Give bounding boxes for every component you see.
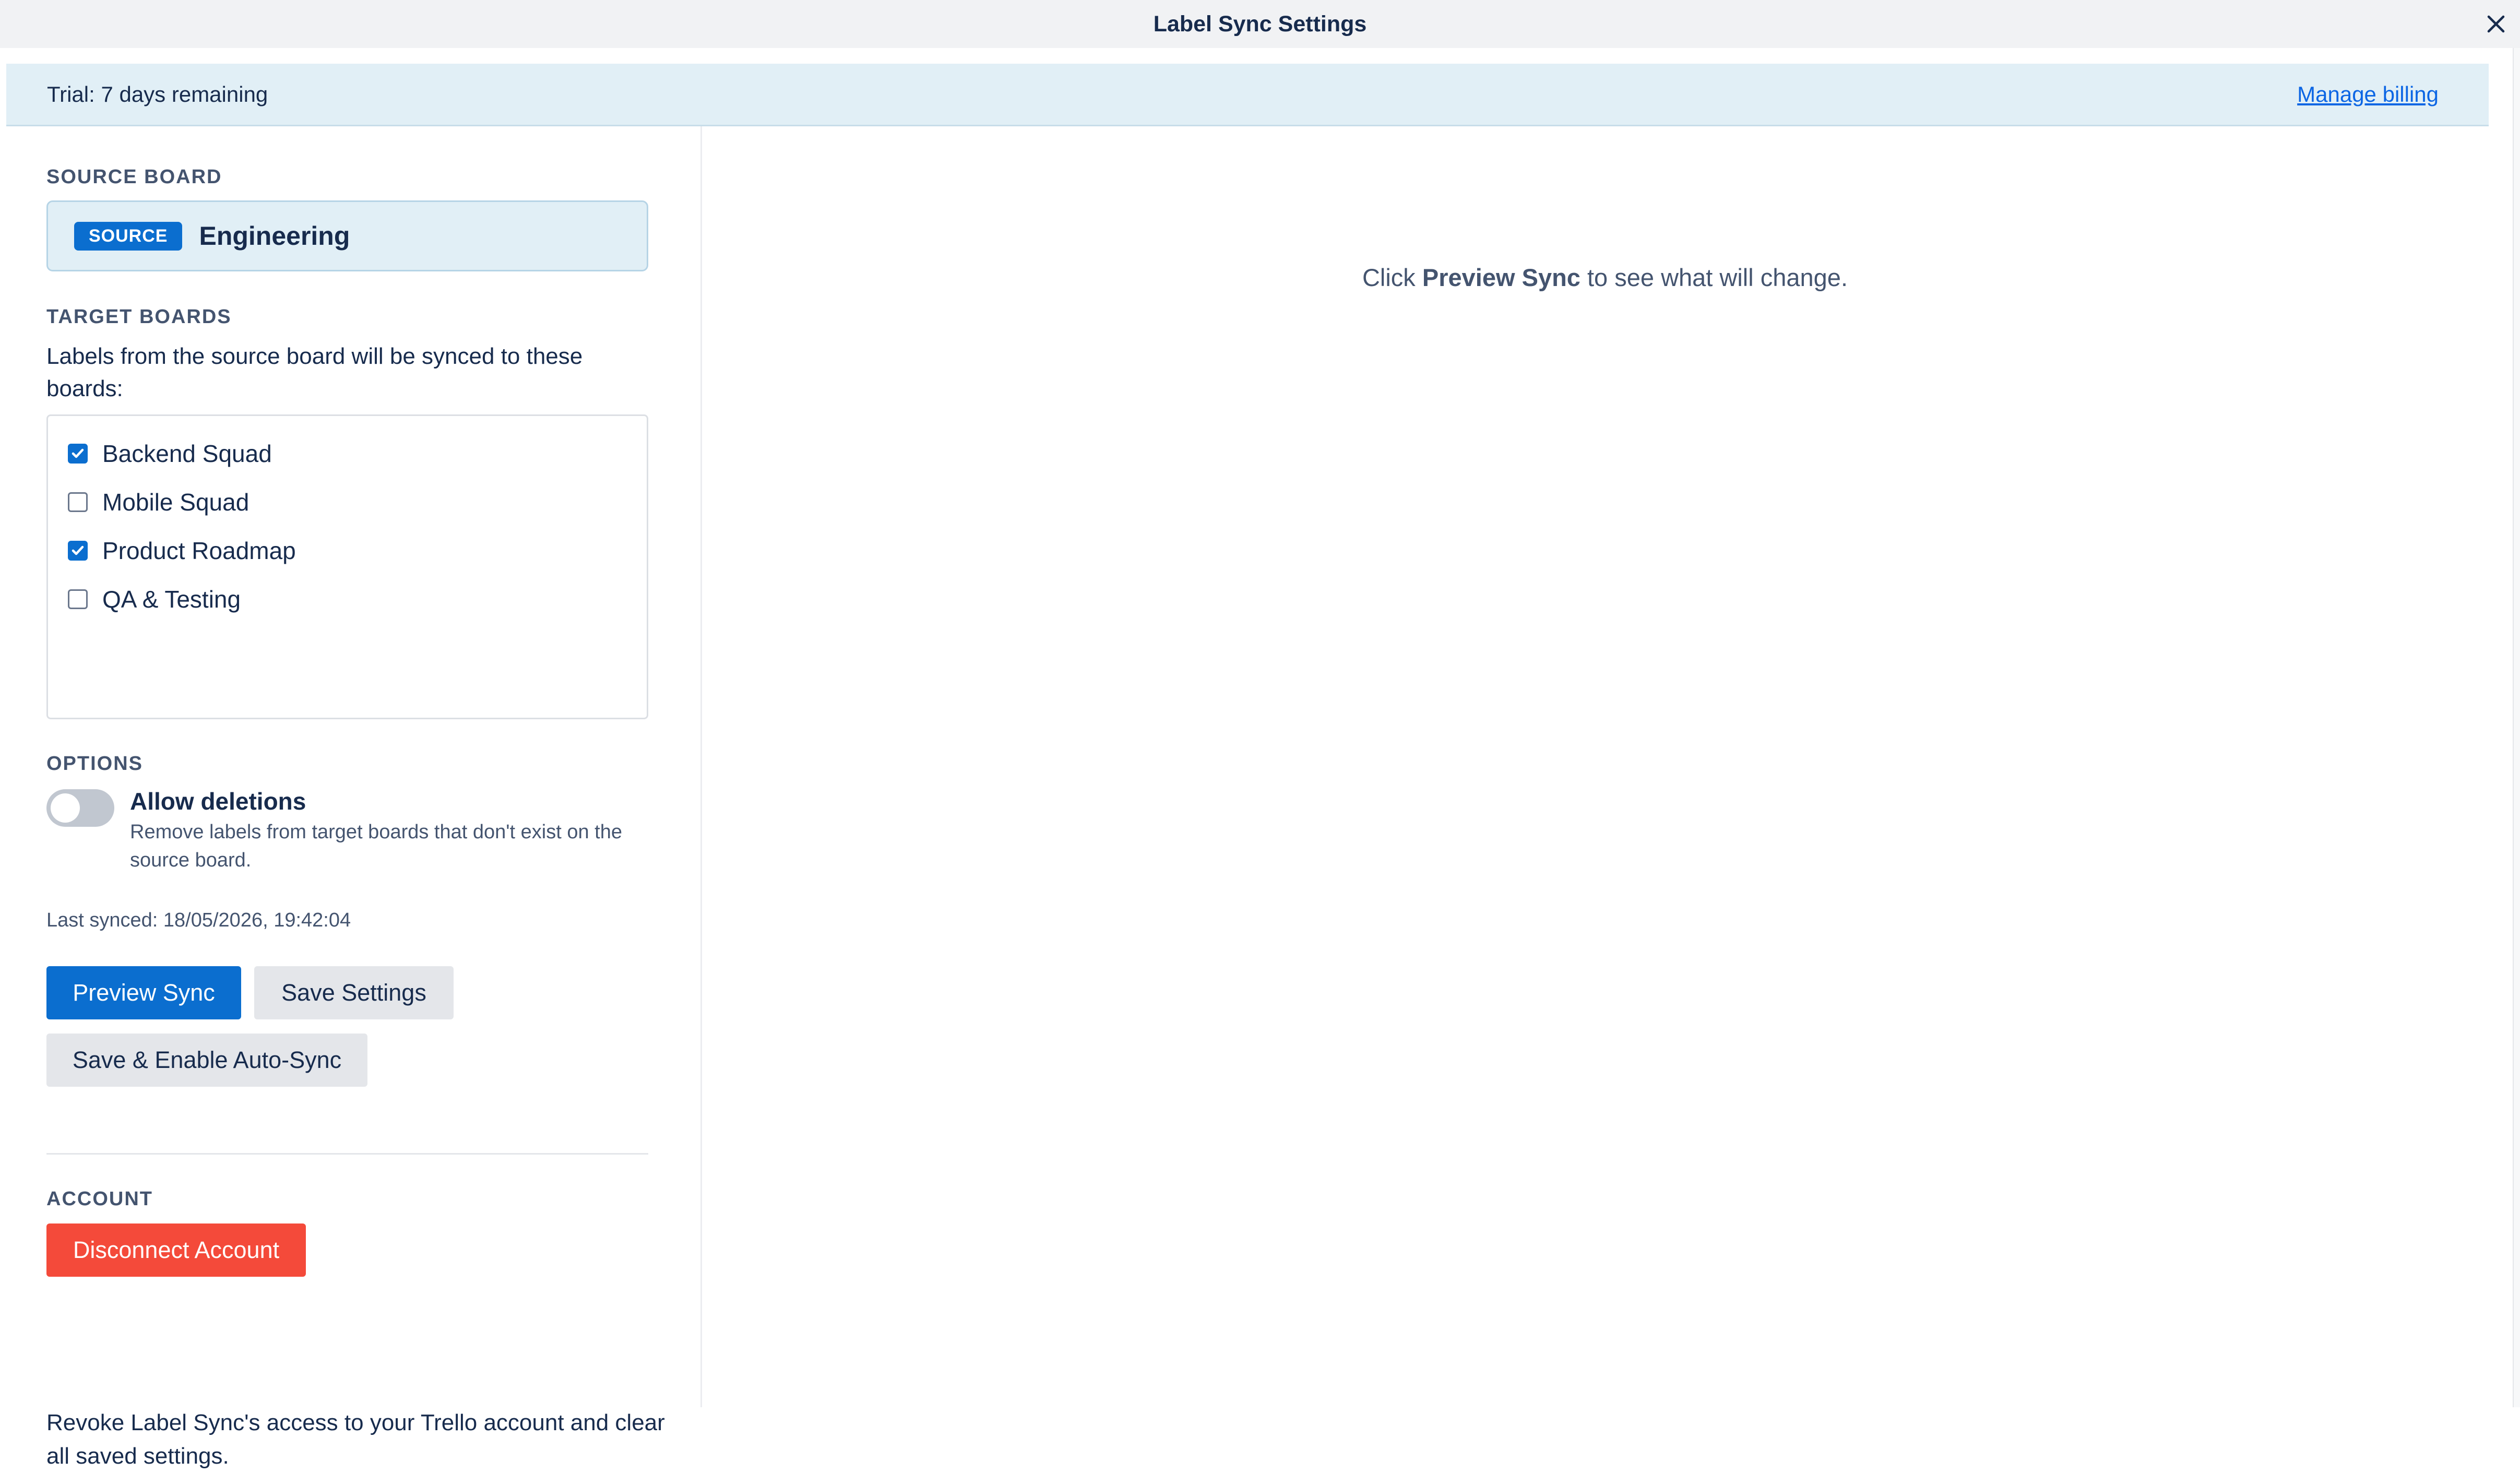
account-heading: ACCOUNT bbox=[46, 1188, 153, 1210]
section-divider bbox=[46, 1153, 648, 1155]
target-boards-heading: TARGET BOARDS bbox=[46, 306, 232, 328]
checkbox-unchecked-icon[interactable] bbox=[68, 492, 88, 512]
close-icon[interactable] bbox=[2483, 11, 2509, 37]
manage-billing-link[interactable]: Manage billing bbox=[2297, 82, 2439, 107]
board-label: Mobile Squad bbox=[102, 489, 249, 516]
window-title: Label Sync Settings bbox=[1153, 11, 1367, 37]
trial-status-text: Trial: 7 days remaining bbox=[47, 81, 268, 106]
target-boards-list: Backend Squad Mobile Squad Product Roadm… bbox=[46, 414, 648, 719]
save-settings-button[interactable]: Save Settings bbox=[254, 966, 454, 1019]
preview-hint-suffix: to see what will change. bbox=[1580, 264, 1848, 291]
last-synced-text: Last synced: 18/05/2026, 19:42:04 bbox=[46, 909, 351, 931]
preview-panel: Click Preview Sync to see what will chan… bbox=[702, 126, 2513, 1407]
board-item-mobile-squad[interactable]: Mobile Squad bbox=[68, 484, 249, 520]
board-label: Backend Squad bbox=[102, 440, 272, 467]
allow-deletions-toggle[interactable] bbox=[46, 789, 114, 827]
trial-banner: Trial: 7 days remaining Manage billing bbox=[6, 64, 2489, 126]
board-item-backend-squad[interactable]: Backend Squad bbox=[68, 435, 272, 472]
account-description: Revoke Label Sync's access to your Trell… bbox=[46, 1410, 665, 1469]
title-bar: Label Sync Settings bbox=[0, 0, 2520, 48]
window-edge bbox=[2513, 48, 2520, 1407]
allow-deletions-title: Allow deletions bbox=[130, 788, 306, 815]
preview-hint-prefix: Click bbox=[1362, 264, 1422, 291]
source-board-heading: SOURCE BOARD bbox=[46, 166, 222, 188]
checkbox-checked-icon[interactable] bbox=[68, 541, 88, 561]
allow-deletions-description: Remove labels from target boards that do… bbox=[130, 821, 622, 871]
checkbox-checked-icon[interactable] bbox=[68, 444, 88, 464]
preview-empty-state: Click Preview Sync to see what will chan… bbox=[702, 263, 2508, 292]
options-heading: OPTIONS bbox=[46, 753, 144, 775]
preview-hint-action: Preview Sync bbox=[1422, 264, 1580, 291]
board-item-product-roadmap[interactable]: Product Roadmap bbox=[68, 532, 296, 569]
source-board-card: SOURCE Engineering bbox=[46, 200, 648, 271]
save-enable-auto-sync-button[interactable]: Save & Enable Auto-Sync bbox=[46, 1034, 367, 1087]
board-item-qa-testing[interactable]: QA & Testing bbox=[68, 581, 241, 617]
source-board-name: Engineering bbox=[199, 221, 350, 251]
disconnect-account-button[interactable]: Disconnect Account bbox=[46, 1223, 306, 1277]
checkbox-unchecked-icon[interactable] bbox=[68, 589, 88, 609]
board-label: Product Roadmap bbox=[102, 537, 296, 564]
source-badge: SOURCE bbox=[74, 221, 183, 251]
settings-panel: SOURCE BOARD SOURCE Engineering TARGET B… bbox=[0, 126, 702, 1469]
toggle-knob bbox=[51, 793, 80, 823]
board-label: QA & Testing bbox=[102, 586, 241, 613]
preview-sync-button[interactable]: Preview Sync bbox=[46, 966, 241, 1019]
target-boards-help-text: Labels from the source board will be syn… bbox=[46, 343, 583, 401]
